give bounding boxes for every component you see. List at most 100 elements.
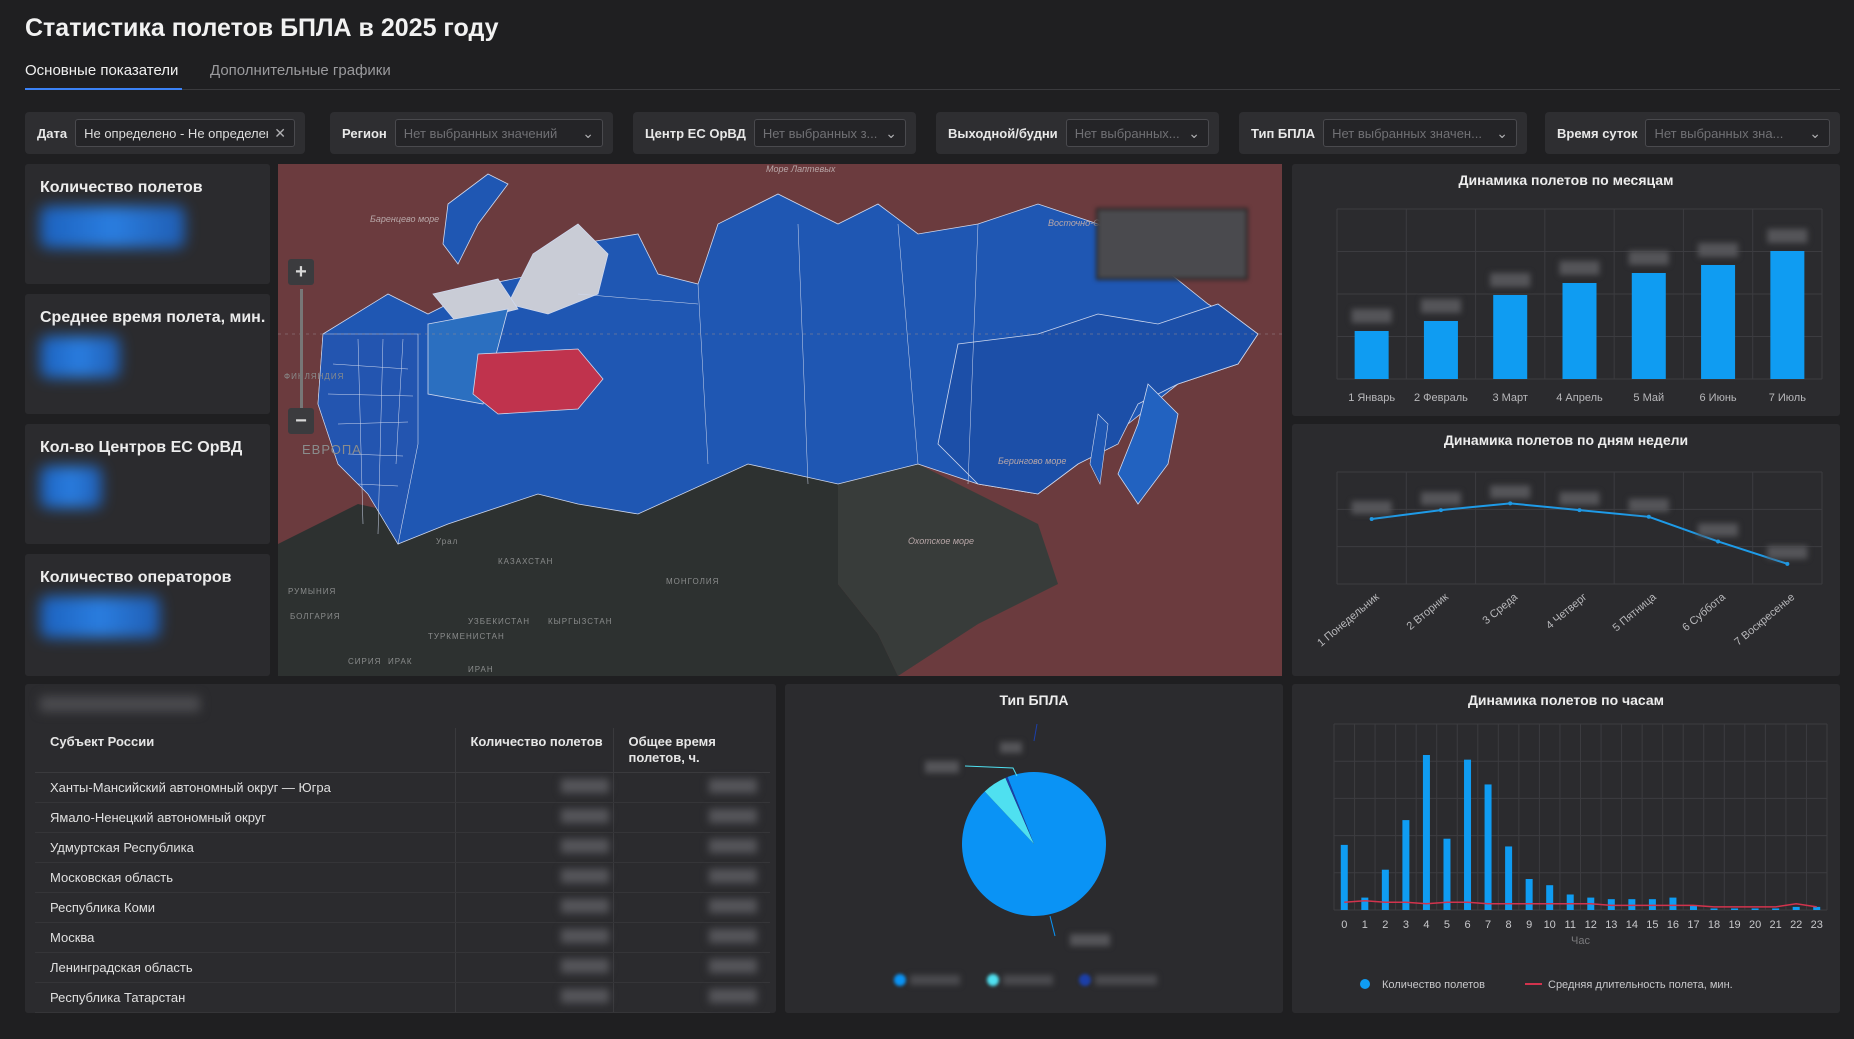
value-redacted	[560, 869, 609, 883]
legend-marker	[1360, 979, 1370, 989]
map-label: РУМЫНИЯ	[288, 587, 336, 596]
value-redacted	[708, 989, 757, 1003]
x-tick-label: 10	[1544, 919, 1556, 931]
bar	[1562, 283, 1597, 379]
filter-time-of-day: Время суток Нет выбранных зна... ⌄	[1545, 112, 1840, 154]
legend-label: Количество полетов	[1382, 979, 1485, 991]
x-tick-label: 15	[1646, 919, 1658, 931]
filter-value: Нет выбранных значен...	[1332, 125, 1482, 141]
filter-value: Нет выбранных...	[1074, 125, 1180, 141]
region-name-cell: Ханты-Мансийский автономный округ — Югра	[35, 772, 456, 803]
value-redacted	[708, 959, 757, 973]
table-header-row: Субъект России Количество полетов Общее …	[35, 728, 770, 773]
flights-count-cell	[455, 802, 614, 833]
total-time-cell	[613, 772, 770, 803]
table-row[interactable]: Удмуртская Республика	[35, 832, 770, 863]
region-name-cell: Московская область	[35, 862, 456, 893]
bar	[1505, 846, 1513, 910]
map-label: ЕВРОПА	[302, 442, 362, 457]
time-of-day-select[interactable]: Нет выбранных зна... ⌄	[1645, 119, 1830, 147]
active-tab-indicator	[25, 88, 182, 90]
x-tick-label: 11	[1565, 919, 1576, 931]
table-row[interactable]: Ленинградская область	[35, 952, 770, 983]
x-tick-label: 4 Четверг	[1544, 591, 1589, 632]
x-tick-label: 4	[1423, 919, 1429, 931]
bar	[1493, 295, 1528, 379]
date-range-input[interactable]: Не определено - Не определено ✕	[75, 119, 295, 147]
tab-main-indicators[interactable]: Основные показатели	[25, 62, 178, 79]
kpi-title: Количество полетов	[40, 179, 203, 196]
weekday-chart[interactable]: 1 Понедельник 2 Вторник 3 Среда 4 Четверг 5 …	[1292, 424, 1840, 676]
value-redacted	[708, 869, 757, 883]
region-name-cell: Ленинградская область	[35, 952, 456, 983]
flights-count-cell	[455, 832, 614, 863]
region-select[interactable]: Нет выбранных значений ⌄	[394, 119, 603, 147]
regions-map[interactable]: Море Лаптевых Баренцево море Берингово м…	[278, 164, 1282, 676]
x-tick-label: 2	[1382, 919, 1388, 931]
x-tick-label: 20	[1749, 919, 1761, 931]
chevron-down-icon: ⌄	[1809, 124, 1821, 141]
bar	[1464, 759, 1472, 910]
bar	[1792, 906, 1800, 910]
total-time-cell	[613, 982, 770, 1013]
bar	[1546, 885, 1554, 910]
bar	[1710, 908, 1718, 910]
data-label-redacted	[1000, 742, 1022, 753]
close-icon[interactable]: ✕	[274, 125, 286, 142]
filter-label: Выходной/будни	[948, 125, 1058, 141]
filter-label: Время суток	[1557, 125, 1638, 141]
x-tick-label: 12	[1585, 919, 1597, 931]
value-redacted	[708, 899, 757, 913]
zoom-in-button[interactable]: +	[288, 259, 314, 285]
x-tick-label: 22	[1790, 919, 1802, 931]
kpi-operators-count: Количество операторов	[25, 554, 270, 676]
value-redacted	[560, 839, 609, 853]
column-header[interactable]: Общее время полетов, ч.	[613, 728, 770, 773]
page-title: Статистика полетов БПЛА в 2025 году	[25, 14, 499, 42]
region-name-cell: Удмуртская Республика	[35, 832, 456, 863]
monthly-chart[interactable]: 1 Январь 2 Февраль 3 Март 4 Апрель 5 Май 6 Ию…	[1292, 164, 1840, 416]
bar	[1361, 897, 1369, 910]
x-axis-label: Час	[1571, 935, 1590, 947]
table-row[interactable]: Московская область	[35, 862, 770, 893]
bar	[1770, 251, 1805, 379]
uav-type-select[interactable]: Нет выбранных значен... ⌄	[1323, 119, 1517, 147]
legend-label: Средняя длительность полета, мин.	[1548, 979, 1733, 991]
table-row[interactable]: Ханты-Мансийский автономный округ — Югра	[35, 772, 770, 803]
hourly-chart[interactable]: 0 1 2 3 4 5 6 7 8 9 10 11 12 13 14 15 16 17 18 19 20 21 22 23Ча…	[1292, 684, 1840, 1013]
x-tick-label: 23	[1811, 919, 1823, 931]
x-tick-label: 18	[1708, 919, 1720, 931]
chevron-down-icon: ⌄	[582, 124, 594, 141]
x-tick-label: 21	[1770, 919, 1782, 931]
zoom-out-button[interactable]: −	[288, 408, 314, 434]
table-row[interactable]: Ямало-Ненецкий автономный округ	[35, 802, 770, 833]
total-time-cell	[613, 952, 770, 983]
total-time-cell	[613, 922, 770, 953]
filter-weekday-weekend: Выходной/будни Нет выбранных... ⌄	[936, 112, 1219, 154]
table-row[interactable]: Республика Коми	[35, 892, 770, 923]
tab-additional-charts[interactable]: Дополнительные графики	[210, 62, 391, 79]
column-header[interactable]: Субъект России	[35, 728, 456, 773]
map-label: Урал	[436, 537, 458, 546]
data-label-redacted	[1490, 273, 1531, 287]
filter-label: Центр ЕС ОрВД	[645, 125, 746, 141]
data-point	[1508, 501, 1513, 506]
filter-value: Не определено - Не определено	[84, 125, 269, 141]
weekday-select[interactable]: Нет выбранных... ⌄	[1065, 119, 1209, 147]
column-header[interactable]: Количество полетов	[455, 728, 614, 773]
flights-count-cell	[455, 862, 614, 893]
map-label: ФИНЛЯНДИЯ	[284, 372, 344, 381]
map-label: Берингово море	[998, 456, 1066, 466]
table-row[interactable]: Республика Татарстан	[35, 982, 770, 1013]
bar	[1701, 265, 1736, 379]
bar	[1631, 273, 1666, 379]
flights-count-cell	[455, 922, 614, 953]
zoom-slider[interactable]	[300, 289, 303, 409]
hourly-chart-panel: Динамика полетов по часам 0 1 2 3 4 5 6 7 8 9 10 11…	[1292, 684, 1840, 1013]
uav-type-pie-chart[interactable]	[785, 684, 1283, 1013]
table-row[interactable]: Москва	[35, 922, 770, 953]
bar	[1381, 869, 1389, 910]
x-tick-label: 0	[1341, 919, 1347, 931]
value-redacted	[708, 929, 757, 943]
atm-center-select[interactable]: Нет выбранных з... ⌄	[753, 119, 906, 147]
